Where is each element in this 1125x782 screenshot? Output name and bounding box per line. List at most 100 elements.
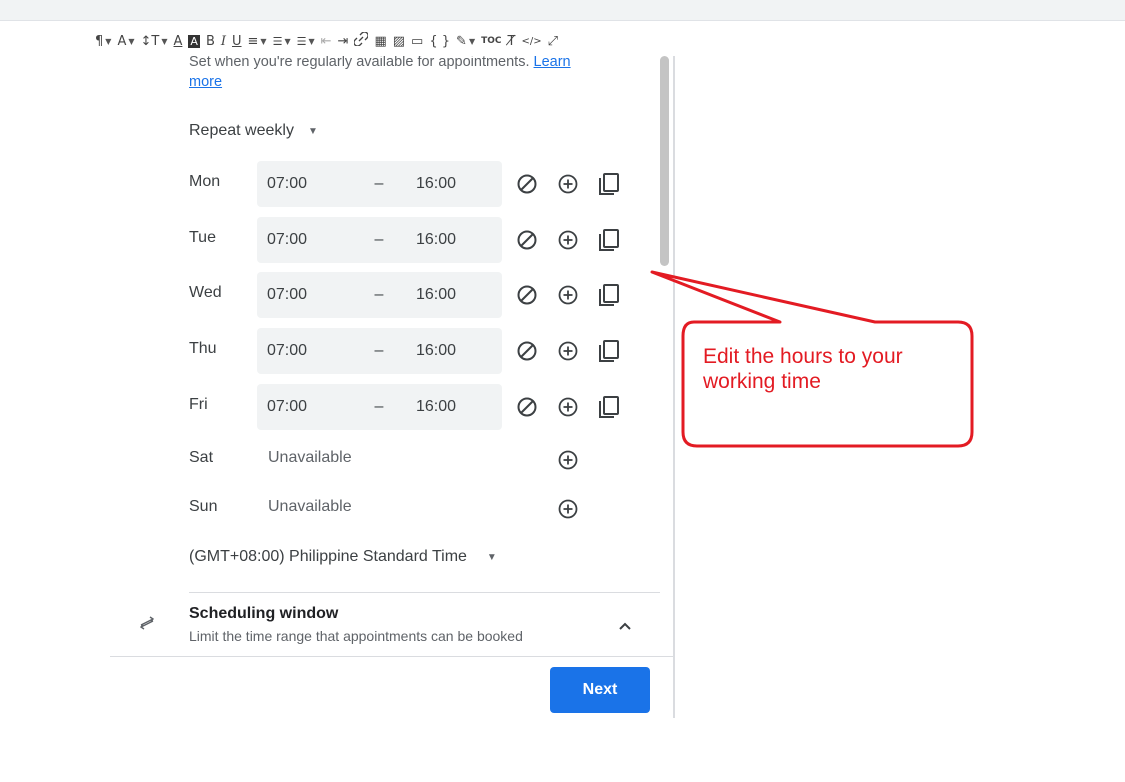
background-color-icon: A bbox=[188, 34, 200, 48]
paragraph-format-button[interactable]: ¶ ▼ bbox=[92, 28, 114, 54]
image-icon: ▨ bbox=[392, 33, 406, 49]
day-row-tue: Tue 07:00 – 16:00 bbox=[189, 217, 649, 263]
video-icon: ▭ bbox=[411, 33, 424, 49]
outdent-button[interactable]: ⇤ bbox=[318, 28, 335, 54]
end-time-field[interactable]: 16:00 bbox=[406, 272, 502, 318]
browser-top-strip bbox=[0, 0, 1125, 21]
description-text: Set when you're regularly available for … bbox=[189, 54, 534, 70]
timezone-label: (GMT+08:00) Philippine Standard Time bbox=[189, 548, 467, 565]
attachment-button[interactable]: ✎ ▼ bbox=[453, 28, 478, 54]
start-time-field[interactable]: 07:00 bbox=[257, 161, 352, 207]
font-family-button[interactable]: A ▼ bbox=[114, 28, 137, 54]
bold-button[interactable]: B bbox=[203, 28, 218, 54]
attachment-icon: ✎ bbox=[456, 33, 467, 49]
end-time-field[interactable]: 16:00 bbox=[406, 161, 502, 207]
unavailable-text: Unavailable bbox=[268, 498, 352, 515]
day-label: Tue bbox=[189, 229, 216, 246]
ordered-list-icon: ☰ bbox=[272, 34, 283, 48]
chevron-up-icon[interactable] bbox=[613, 614, 637, 638]
fullscreen-icon: ⤢ bbox=[547, 33, 558, 49]
day-label: Wed bbox=[189, 284, 222, 301]
unavailable-icon[interactable] bbox=[515, 172, 539, 196]
caret-down-icon: ▼ bbox=[161, 36, 168, 46]
start-time-field[interactable]: 07:00 bbox=[257, 272, 352, 318]
toc-button[interactable]: TOC bbox=[478, 28, 504, 54]
align-icon: ≡ bbox=[247, 33, 259, 49]
section-divider bbox=[189, 592, 660, 593]
fullscreen-button[interactable]: ⤢ bbox=[545, 28, 561, 54]
timezone-dropdown[interactable]: (GMT+08:00) Philippine Standard Time ▼ bbox=[189, 548, 497, 566]
time-separator: – bbox=[352, 161, 406, 207]
add-time-icon[interactable] bbox=[556, 228, 580, 252]
source-code-button[interactable]: </> bbox=[518, 28, 544, 54]
table-icon: ▦ bbox=[374, 33, 387, 49]
end-time-field[interactable]: 16:00 bbox=[406, 217, 502, 263]
scrollbar-thumb[interactable] bbox=[660, 56, 669, 266]
dropdown-arrow-icon: ▼ bbox=[486, 551, 497, 563]
repeat-label: Repeat weekly bbox=[189, 122, 294, 139]
add-time-icon[interactable] bbox=[556, 172, 580, 196]
code-block-button[interactable]: { } bbox=[426, 28, 453, 54]
font-family-icon: A bbox=[117, 33, 127, 49]
video-button[interactable]: ▭ bbox=[408, 28, 426, 54]
add-time-icon[interactable] bbox=[556, 339, 580, 363]
copy-icon[interactable] bbox=[597, 339, 621, 363]
learn-more-link[interactable]: Learn bbox=[534, 54, 571, 70]
caret-down-icon: ▼ bbox=[128, 36, 135, 46]
underline-icon: U bbox=[232, 33, 242, 49]
start-time-field[interactable]: 07:00 bbox=[257, 328, 352, 374]
table-button[interactable]: ▦ bbox=[371, 28, 389, 54]
end-time-field[interactable]: 16:00 bbox=[406, 384, 502, 430]
add-time-icon[interactable] bbox=[556, 395, 580, 419]
add-time-icon[interactable] bbox=[556, 497, 580, 521]
day-row-thu: Thu 07:00 – 16:00 bbox=[189, 328, 649, 374]
background-color-button[interactable]: A bbox=[185, 28, 203, 54]
align-button[interactable]: ≡ ▼ bbox=[245, 28, 270, 54]
unavailable-icon[interactable] bbox=[515, 228, 539, 252]
callout-text: Edit the hours to your working time bbox=[703, 345, 903, 393]
copy-icon[interactable] bbox=[597, 172, 621, 196]
copy-icon[interactable] bbox=[597, 283, 621, 307]
dropdown-arrow-icon: ▼ bbox=[307, 125, 318, 137]
next-button[interactable]: Next bbox=[550, 667, 650, 713]
font-size-button[interactable]: ↕T ▼ bbox=[138, 28, 171, 54]
end-time-field[interactable]: 16:00 bbox=[406, 328, 502, 374]
indent-icon: ⇥ bbox=[337, 33, 349, 49]
unavailable-icon[interactable] bbox=[515, 395, 539, 419]
time-separator: – bbox=[352, 272, 406, 318]
repeat-dropdown[interactable]: Repeat weekly ▼ bbox=[189, 122, 318, 140]
add-time-icon[interactable] bbox=[556, 283, 580, 307]
ordered-list-button[interactable]: ☰ ▼ bbox=[270, 28, 294, 54]
link-button[interactable] bbox=[351, 28, 371, 54]
clear-format-button[interactable]: T̸ bbox=[505, 28, 519, 54]
unavailable-icon[interactable] bbox=[515, 283, 539, 307]
unavailable-icon[interactable] bbox=[515, 339, 539, 363]
footer-divider bbox=[110, 656, 673, 657]
link-icon bbox=[353, 31, 370, 50]
underline-button[interactable]: U bbox=[229, 28, 245, 54]
caret-down-icon: ▼ bbox=[284, 36, 291, 46]
copy-icon[interactable] bbox=[597, 228, 621, 252]
image-button[interactable]: ▨ bbox=[390, 28, 408, 54]
swap-arrows-icon bbox=[137, 613, 157, 633]
text-color-icon: A bbox=[173, 33, 183, 49]
day-label: Mon bbox=[189, 173, 221, 190]
outdent-icon: ⇤ bbox=[320, 33, 332, 49]
day-row-mon: Mon 07:00 – 16:00 bbox=[189, 161, 649, 207]
unordered-list-button[interactable]: ☰ ▼ bbox=[294, 28, 318, 54]
text-color-button[interactable]: A bbox=[171, 28, 186, 54]
italic-button[interactable]: I bbox=[218, 28, 229, 54]
start-time-field[interactable]: 07:00 bbox=[257, 217, 352, 263]
start-time-field[interactable]: 07:00 bbox=[257, 384, 352, 430]
panel-divider bbox=[673, 56, 675, 718]
learn-more-link-cont[interactable]: more bbox=[189, 74, 222, 90]
bold-icon: B bbox=[205, 33, 215, 49]
editor-toolbar: ¶ ▼ A ▼ ↕T ▼ A A B I U ≡ ▼ ☰ ▼ ☰ ▼ ⇤ ⇥ ▦ ▨ ▭ {… bbox=[92, 26, 900, 56]
day-row-wed: Wed 07:00 – 16:00 bbox=[189, 272, 649, 318]
indent-button[interactable]: ⇥ bbox=[335, 28, 352, 54]
add-time-icon[interactable] bbox=[556, 448, 580, 472]
caret-down-icon: ▼ bbox=[308, 36, 315, 46]
copy-icon[interactable] bbox=[597, 395, 621, 419]
time-separator: – bbox=[352, 328, 406, 374]
day-label: Sat bbox=[189, 449, 214, 466]
